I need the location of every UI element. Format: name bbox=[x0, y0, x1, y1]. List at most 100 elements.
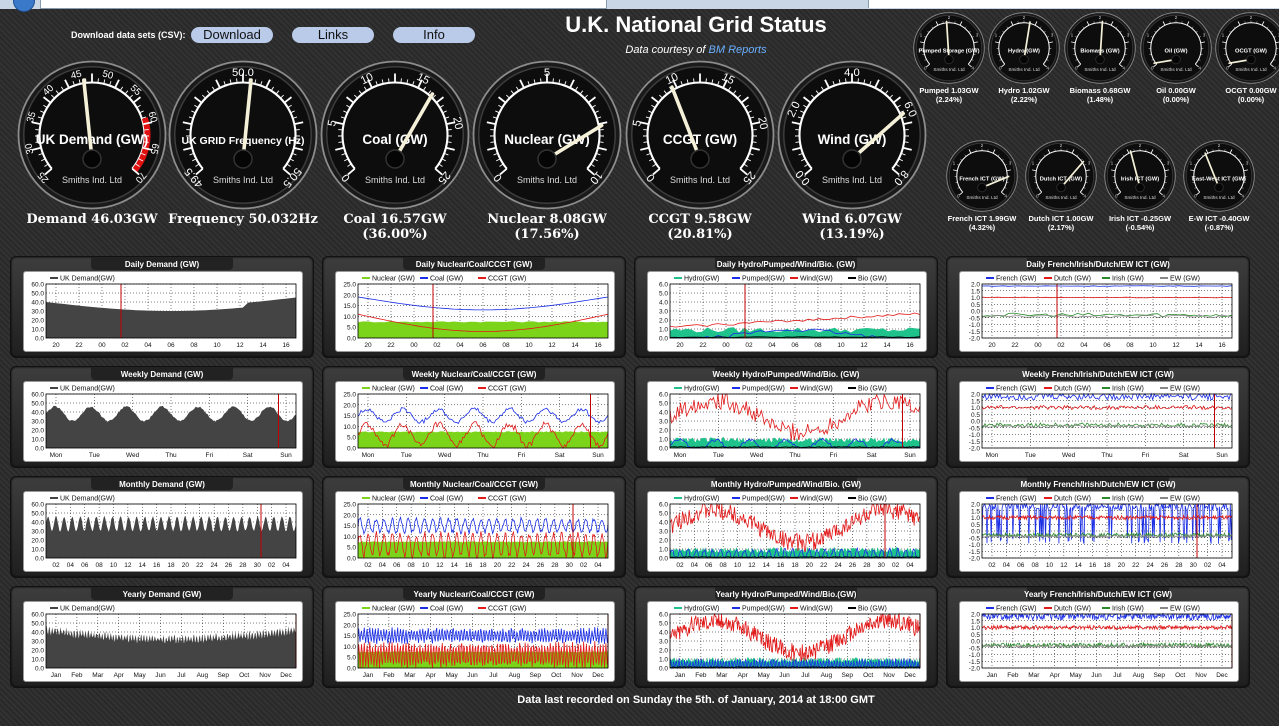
legend-label: Coal (GW) bbox=[430, 276, 463, 283]
x-tick-label: 02 bbox=[121, 342, 129, 349]
x-tick-label: Wed bbox=[1062, 452, 1076, 459]
gauge-readout-line: Frequency 50.032Hz bbox=[168, 212, 318, 227]
gauge-dial: 01234French ICT (GW)Smiths Ind. Ltd bbox=[946, 140, 1018, 212]
address-bar[interactable] bbox=[40, 0, 607, 9]
x-tick-label: Aug bbox=[1133, 672, 1145, 679]
y-tick-label: 30.0 bbox=[31, 529, 44, 536]
x-tick-label: Sun bbox=[1216, 452, 1228, 459]
legend-label: Hydro(GW) bbox=[684, 276, 719, 283]
gauge-hub bbox=[1246, 54, 1256, 65]
series-area bbox=[358, 321, 608, 338]
legend-label: Bio (GW) bbox=[858, 496, 887, 503]
x-tick-label: 08 bbox=[814, 342, 822, 349]
x-tick-label: Feb bbox=[383, 672, 395, 679]
info-button[interactable]: Info bbox=[393, 27, 475, 43]
gauge-hub bbox=[233, 149, 253, 169]
y-tick-label: 6.0 bbox=[659, 282, 668, 289]
chart-panel: Weekly Demand (GW) UK Demand(GW) 60.0 50.0 4… bbox=[10, 366, 314, 468]
y-tick-label: 0.0 bbox=[659, 446, 668, 453]
gauge-readout-line: E-W ICT -0.40GW bbox=[1188, 214, 1250, 223]
x-tick-label: Sat bbox=[1179, 452, 1189, 459]
gauge-wind-gw-: 0.0 2.0 4.0 6.0 8.0 Wind (GW) Smiths Ind. Ltd bbox=[777, 60, 927, 210]
chart-panel: Daily Hydro/Pumped/Wind/Bio. (GW) Hydro(G… bbox=[634, 256, 938, 358]
x-tick-label: 26 bbox=[849, 562, 857, 569]
download-button[interactable]: Download bbox=[191, 27, 273, 43]
chart-title: Monthly Demand (GW) bbox=[119, 480, 205, 489]
x-tick-label: 28 bbox=[239, 562, 247, 569]
y-tick-label: 10.0 bbox=[343, 644, 356, 651]
x-tick-label: 02 bbox=[676, 562, 684, 569]
browser-chrome-strip bbox=[0, 0, 1279, 12]
x-tick-label: 28 bbox=[551, 562, 559, 569]
chart-svg: UK Demand(GW) 60.0 50.0 40.0 30.0 20.0 10.0 0.0… bbox=[31, 386, 297, 459]
gauge-readout-line: French ICT 1.99GW bbox=[947, 214, 1017, 223]
x-tick-label: 24 bbox=[211, 562, 219, 569]
x-tick-label: Feb bbox=[1007, 672, 1019, 679]
x-tick-label: Jul bbox=[801, 672, 810, 679]
y-tick-label: 25.0 bbox=[343, 502, 356, 509]
x-tick-label: 16 bbox=[1089, 562, 1097, 569]
x-tick-label: Fri bbox=[830, 452, 838, 459]
plot-frame bbox=[981, 613, 1233, 669]
x-tick-label: Jul bbox=[489, 672, 498, 679]
chart-svg: Hydro(GW) Pumped(GW) Wind(GW) Bio (GW) 6.0 5.… bbox=[659, 606, 921, 679]
gauge-hub bbox=[1095, 54, 1105, 65]
y-tick-label: 0.0 bbox=[659, 556, 668, 563]
chart-panel: Yearly Nuclear/Coal/CCGT (GW) Nuclear (GW… bbox=[322, 586, 626, 688]
x-tick-label: Apr bbox=[114, 672, 125, 679]
x-tick-label: 20 bbox=[806, 562, 814, 569]
y-tick-label: 6.0 bbox=[659, 392, 668, 399]
search-bar[interactable] bbox=[868, 0, 1279, 8]
x-tick-label: 14 bbox=[451, 562, 459, 569]
gauge-pumped-storage-gw-: 0 1 2 3 4 Pumped Storage (GW) Smiths Ind. Ltd bbox=[913, 12, 985, 84]
chart-title: Daily Hydro/Pumped/Wind/Bio. (GW) bbox=[716, 260, 856, 269]
gauge-tick bbox=[693, 78, 695, 83]
chart-svg: French (GW) Dutch (GW) Irish (GW) EW (GW)2.… bbox=[969, 276, 1233, 349]
chart-plot: French (GW) Dutch (GW) Irish (GW) EW (GW) 2.… bbox=[959, 491, 1239, 572]
x-tick-label: Aug bbox=[509, 672, 521, 679]
browser-back-icon[interactable] bbox=[13, 0, 35, 12]
x-tick-label: 06 bbox=[81, 562, 89, 569]
chart-svg: UK Demand(GW) 60.0 50.0 40.0 30.0 20.0 10.0 0.0… bbox=[31, 496, 297, 569]
x-tick-label: Sat bbox=[867, 452, 877, 459]
x-tick-label: 16 bbox=[777, 562, 785, 569]
x-tick-label: 30 bbox=[566, 562, 574, 569]
y-tick-label: -2.0 bbox=[969, 336, 981, 343]
y-tick-label: 40.0 bbox=[31, 410, 44, 417]
chart-svg: Nuclear (GW) Coal (GW) CCGT (GW) 25.0 20.0 15… bbox=[343, 606, 609, 679]
gauge-readout-line: (1.48%) bbox=[1086, 95, 1114, 104]
gauge-readout-line: Coal 16.57GW bbox=[343, 212, 447, 227]
x-tick-label: 08 bbox=[502, 342, 510, 349]
x-tick-label: Mar bbox=[92, 672, 104, 679]
x-tick-label: Nov bbox=[1195, 672, 1207, 679]
x-tick-label: 20 bbox=[676, 342, 684, 349]
gauge-readout-line: (2.22%) bbox=[1010, 95, 1038, 104]
x-tick-label: 12 bbox=[860, 342, 868, 349]
x-tick-label: 04 bbox=[594, 562, 602, 569]
series-area bbox=[46, 625, 296, 668]
bm-reports-link[interactable]: BM Reports bbox=[709, 44, 767, 56]
x-tick-label: 02 bbox=[364, 562, 372, 569]
legend-label: Wind(GW) bbox=[800, 496, 833, 503]
gauge-dial: 49.550.050.5UK GRID Frequency (Hz)Smiths… bbox=[168, 60, 318, 210]
y-tick-label: 4.0 bbox=[659, 520, 668, 527]
x-tick-label: Aug bbox=[197, 672, 209, 679]
gauge-readout-line: CCGT 9.58GW bbox=[648, 212, 752, 227]
x-tick-label: Oct bbox=[551, 672, 561, 679]
x-tick-label: 24 bbox=[1147, 562, 1155, 569]
gauge-dial: 0510 152025Coal (GW)Smiths Ind. Ltd bbox=[320, 60, 470, 210]
chart-plot: Nuclear (GW) Coal (GW) CCGT (GW) 25.0 20.0 15… bbox=[335, 491, 615, 572]
x-tick-label: 04 bbox=[144, 342, 152, 349]
y-tick-label: 50.0 bbox=[31, 401, 44, 408]
x-tick-label: Oct bbox=[1175, 672, 1185, 679]
legend-label: Bio (GW) bbox=[858, 606, 887, 613]
x-tick-label: May bbox=[445, 672, 458, 679]
x-tick-label: Jun bbox=[1091, 672, 1102, 679]
y-tick-label: 50.0 bbox=[31, 511, 44, 518]
gauge-tick bbox=[751, 141, 757, 143]
x-tick-label: 00 bbox=[722, 342, 730, 349]
x-tick-label: Mar bbox=[716, 672, 728, 679]
links-button[interactable]: Links bbox=[292, 27, 374, 43]
x-tick-label: 18 bbox=[1103, 562, 1111, 569]
gauge-readout: Dutch ICT 1.00GW (2.17%) bbox=[1021, 214, 1101, 232]
